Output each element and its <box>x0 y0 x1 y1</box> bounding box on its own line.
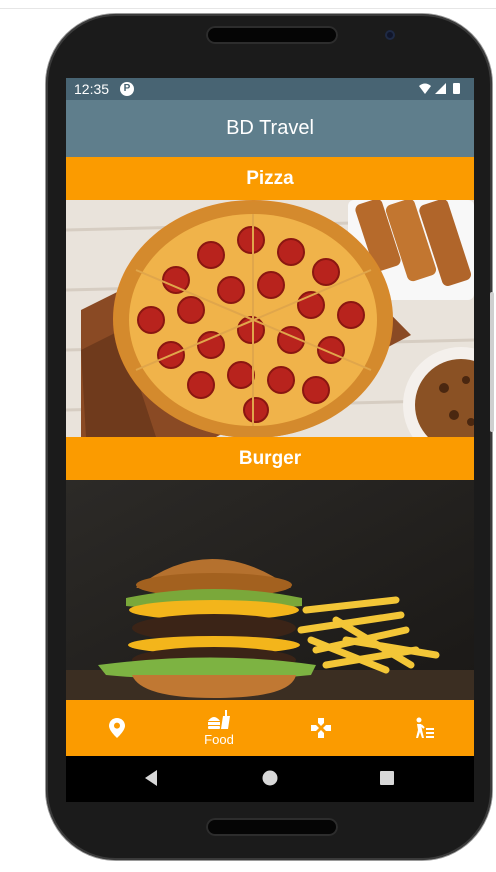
nav-label-food: Food <box>204 731 234 747</box>
food-title: Burger <box>238 447 302 469</box>
notification-app-icon: P <box>120 82 134 96</box>
food-title: Pizza <box>246 167 294 189</box>
wifi-icon <box>419 83 431 94</box>
app-bar: BD Travel <box>66 100 474 157</box>
status-time: 12:35 <box>74 81 110 97</box>
food-header-pizza[interactable]: Pizza <box>66 157 474 200</box>
nav-item-hiking[interactable] <box>372 700 474 756</box>
status-icons <box>419 83 460 94</box>
location-pin-icon <box>109 718 125 738</box>
food-list[interactable]: Pizza Burger <box>66 157 474 700</box>
food-header-burger[interactable]: Burger <box>66 437 474 480</box>
status-bar: 12:35 P <box>66 78 474 100</box>
front-camera <box>385 30 395 40</box>
system-nav-bar <box>66 756 474 802</box>
home-icon[interactable] <box>261 769 279 787</box>
top-divider <box>0 8 496 9</box>
burger-photo[interactable] <box>66 480 474 700</box>
battery-icon <box>453 83 460 94</box>
bottom-speaker <box>206 818 338 836</box>
app-title: BD Travel <box>226 117 314 139</box>
nav-item-food[interactable]: Food <box>168 700 270 756</box>
back-icon[interactable] <box>143 769 159 787</box>
side-button[interactable] <box>490 292 494 432</box>
bottom-nav: Food <box>66 700 474 756</box>
hiking-icon <box>416 717 434 738</box>
top-speaker <box>206 26 338 44</box>
recents-icon[interactable] <box>379 769 395 787</box>
nav-item-games[interactable] <box>270 700 372 756</box>
fastfood-icon <box>208 709 230 729</box>
gamepad-icon <box>311 718 331 738</box>
nav-item-location[interactable] <box>66 700 168 756</box>
screen: 12:35 P BD Travel Pizza Burger Food <box>66 78 474 802</box>
signal-icon <box>435 83 446 94</box>
pizza-photo[interactable] <box>66 200 474 437</box>
